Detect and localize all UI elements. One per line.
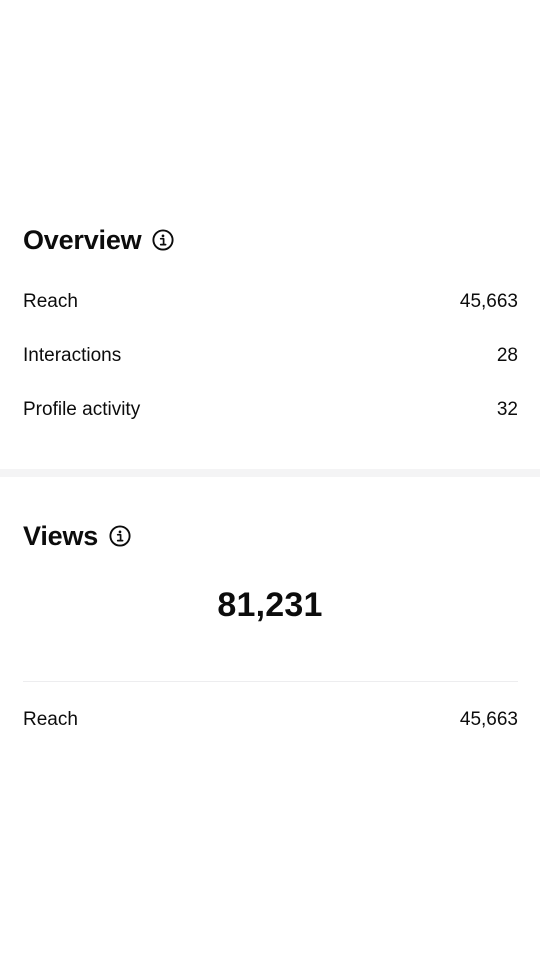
metric-value: 28 xyxy=(496,345,518,366)
overview-row-reach[interactable]: Reach 45,663 xyxy=(23,289,518,315)
views-title: Views xyxy=(23,521,99,551)
views-header: Views xyxy=(23,520,131,552)
metric-value: 45,663 xyxy=(459,709,518,730)
metric-label: Reach xyxy=(23,291,78,312)
overview-title: Overview xyxy=(23,225,142,255)
divider xyxy=(23,681,518,682)
overview-row-interactions[interactable]: Interactions 28 xyxy=(23,343,518,369)
overview-row-profile-activity[interactable]: Profile activity 32 xyxy=(23,397,518,423)
overview-header: Overview xyxy=(23,224,175,256)
metric-label: Reach xyxy=(23,709,78,730)
views-total: 81,231 xyxy=(217,586,323,624)
metric-value: 32 xyxy=(496,399,518,420)
info-icon[interactable] xyxy=(109,525,131,547)
insights-page: Overview Reach 45,663 Interactions 28 Pr… xyxy=(0,0,540,960)
metric-label: Profile activity xyxy=(23,399,141,420)
metric-label: Interactions xyxy=(23,345,122,366)
section-divider xyxy=(0,469,540,477)
views-row-reach[interactable]: Reach 45,663 xyxy=(23,707,518,733)
metric-value: 45,663 xyxy=(459,291,518,312)
info-icon[interactable] xyxy=(152,229,175,251)
